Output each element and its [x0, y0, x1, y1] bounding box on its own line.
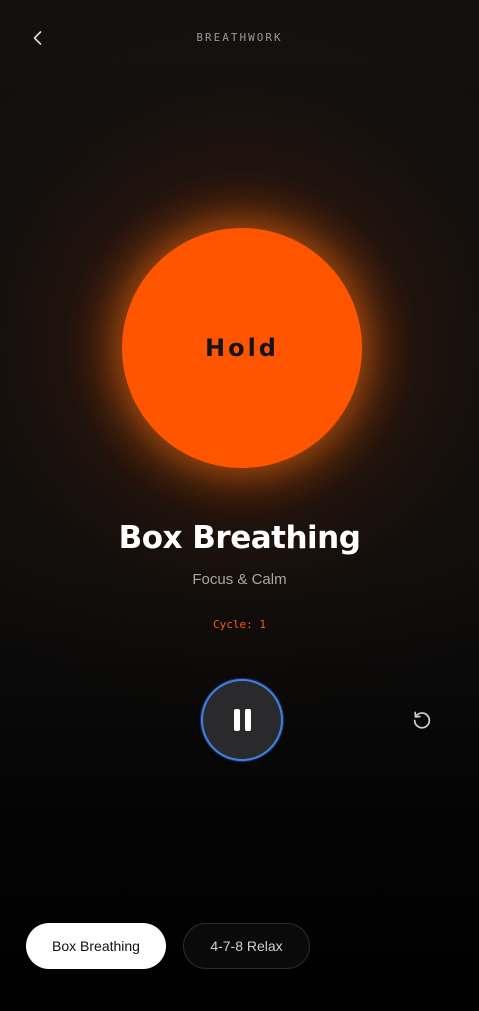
- reset-icon: [413, 711, 431, 729]
- pattern-pill-4-7-8-relax[interactable]: 4-7-8 Relax: [183, 923, 310, 969]
- pause-icon: [233, 709, 251, 731]
- pattern-pill-box-breathing[interactable]: Box Breathing: [26, 923, 166, 969]
- cycle-counter: Cycle: 1: [213, 618, 266, 631]
- reset-button[interactable]: [408, 706, 436, 734]
- header: BREATHWORK: [0, 0, 479, 78]
- pause-button[interactable]: [201, 679, 283, 761]
- page-title: BREATHWORK: [196, 31, 283, 44]
- pattern-selector: Box Breathing 4-7-8 Relax: [26, 923, 310, 969]
- breath-phase-label: Hold: [205, 334, 279, 362]
- exercise-subtitle: Focus & Calm: [192, 571, 287, 588]
- exercise-title: Box Breathing: [118, 520, 361, 556]
- breathwork-screen: BREATHWORK Hold Box Breathing Focus & Ca…: [0, 0, 479, 1011]
- breathing-orb: Hold: [122, 228, 362, 468]
